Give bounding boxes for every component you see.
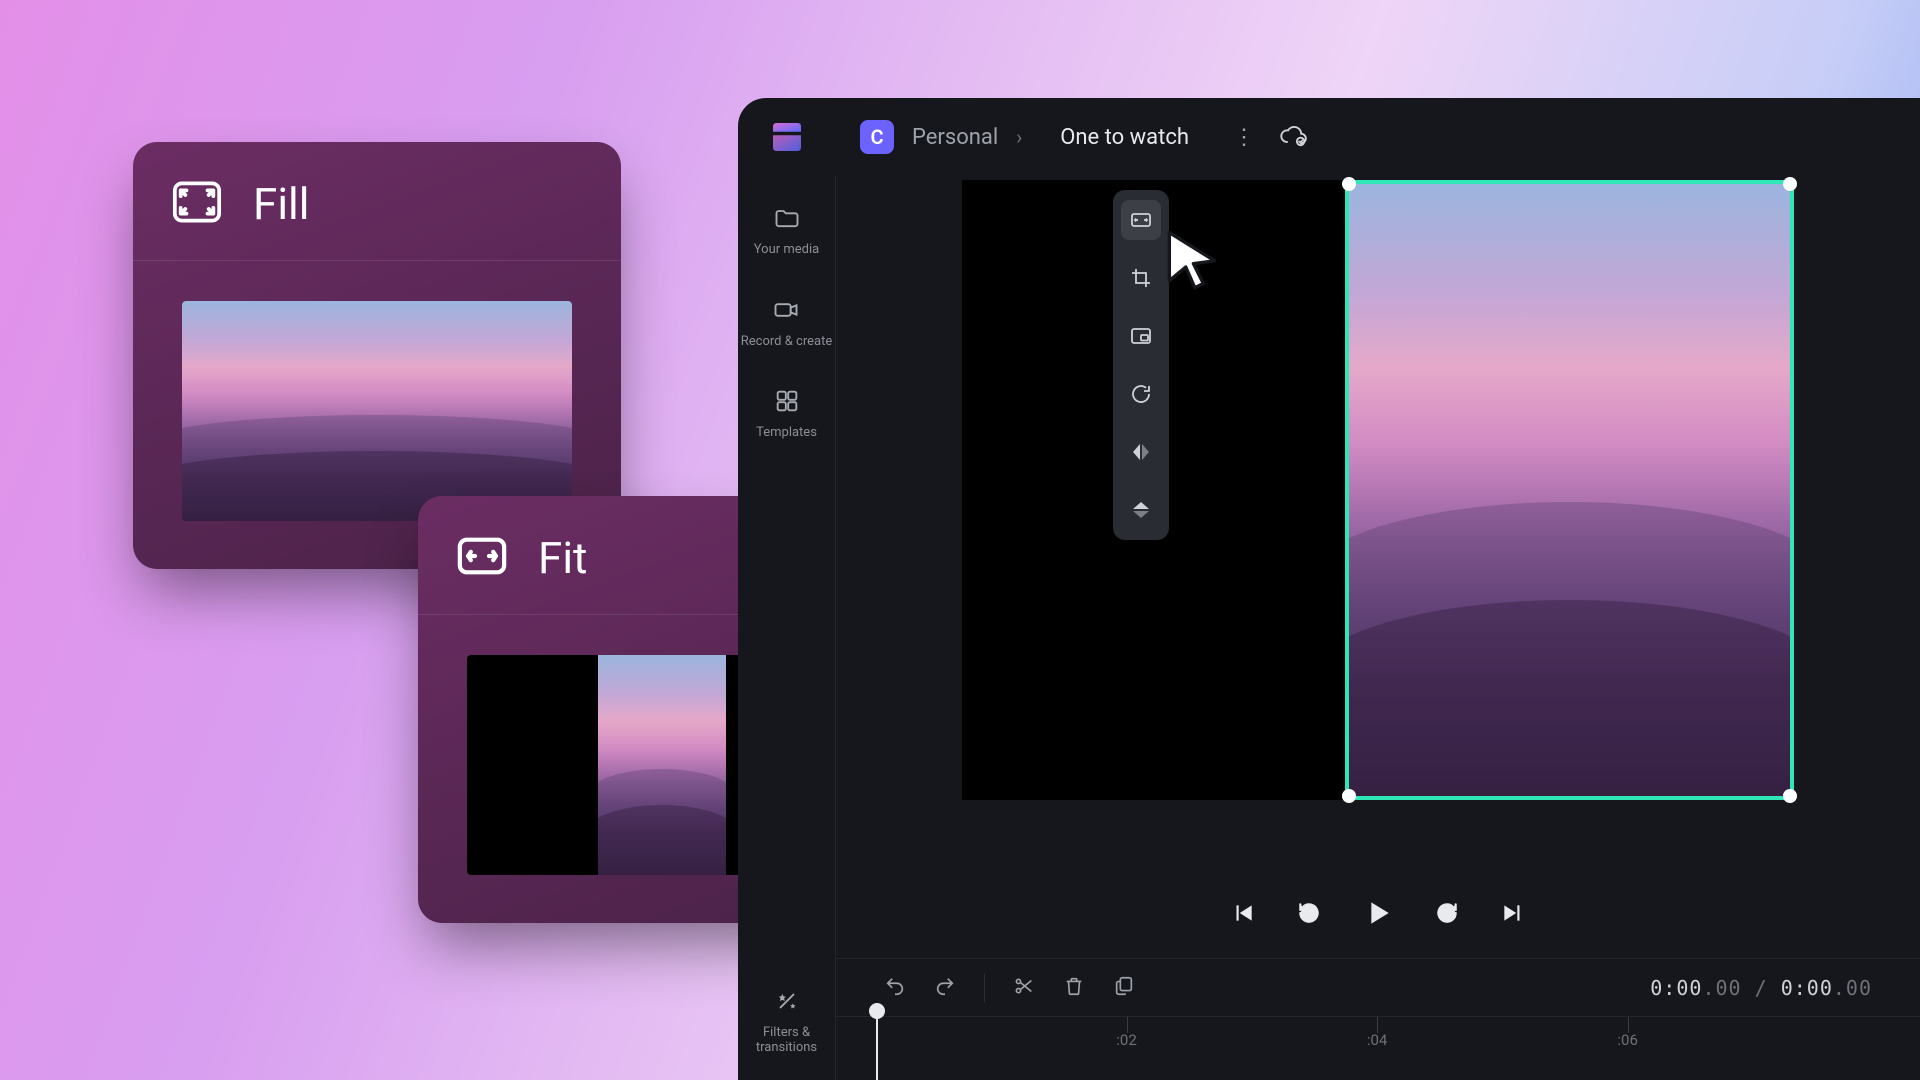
fill-preview (182, 301, 572, 521)
pip-tool-button[interactable] (1121, 316, 1161, 356)
tick-label: :04 (1367, 1031, 1388, 1049)
main-area: 0:00.00 / 0:00.00 :02 :04 :06 (836, 176, 1920, 1080)
next-button[interactable] (1500, 900, 1526, 930)
sidebar-item-filters-transitions[interactable]: Filters & transitions (756, 987, 817, 1056)
forward-button[interactable] (1434, 900, 1460, 930)
resize-handle-br[interactable] (1783, 789, 1797, 803)
sidebar-item-label: Record & create (741, 334, 832, 350)
tick-label: :06 (1617, 1031, 1638, 1049)
delete-button[interactable] (1063, 975, 1085, 1001)
fill-icon (169, 174, 225, 234)
resize-handle-tl[interactable] (1342, 177, 1356, 191)
project-name[interactable]: One to watch (1040, 117, 1209, 158)
playback-controls (836, 872, 1920, 958)
resize-handle-tr[interactable] (1783, 177, 1797, 191)
resize-handle-bl[interactable] (1342, 789, 1356, 803)
split-button[interactable] (1013, 975, 1035, 1001)
play-button[interactable] (1362, 897, 1394, 933)
duplicate-button[interactable] (1113, 975, 1135, 1001)
rotate-tool-button[interactable] (1121, 374, 1161, 414)
fill-label: Fill (253, 178, 309, 230)
sidebar: Your media Record & create Templates Fil… (738, 176, 836, 1080)
sidebar-item-record-create[interactable]: Record & create (741, 296, 832, 350)
fit-label: Fit (538, 532, 587, 584)
redo-button[interactable] (934, 975, 956, 1001)
topbar: C Personal › One to watch ⋮ (836, 98, 1920, 176)
cursor-icon (1158, 224, 1226, 292)
flip-vertical-button[interactable] (1121, 490, 1161, 530)
timecode-display: 0:00.00 / 0:00.00 (1650, 976, 1872, 1000)
sidebar-item-templates[interactable]: Templates (756, 387, 817, 441)
sidebar-item-label: Your media (754, 242, 819, 258)
sidebar-item-label: Templates (756, 425, 817, 441)
previous-button[interactable] (1230, 900, 1256, 930)
rewind-button[interactable] (1296, 900, 1322, 930)
flip-horizontal-button[interactable] (1121, 432, 1161, 472)
edit-toolbar: 0:00.00 / 0:00.00 (836, 958, 1920, 1016)
workspace-badge[interactable]: C (860, 120, 894, 154)
fit-tool-button[interactable] (1121, 200, 1161, 240)
sidebar-item-label: Filters & transitions (756, 1025, 817, 1056)
tick-label: :02 (1116, 1031, 1137, 1049)
undo-button[interactable] (884, 975, 906, 1001)
fit-icon (454, 528, 510, 588)
kebab-menu-icon[interactable]: ⋮ (1227, 125, 1261, 150)
app-logo[interactable] (738, 98, 836, 176)
editor-window: C Personal › One to watch ⋮ Your media R… (738, 98, 1920, 1080)
sidebar-item-your-media[interactable]: Your media (754, 204, 819, 258)
timeline[interactable]: :02 :04 :06 (836, 1016, 1920, 1080)
workspace-name[interactable]: Personal (912, 125, 998, 150)
cloud-sync-icon[interactable] (1279, 121, 1307, 153)
selected-clip[interactable] (1345, 180, 1794, 800)
preview-canvas[interactable] (962, 180, 1794, 800)
crop-tool-button[interactable] (1121, 258, 1161, 298)
chevron-right-icon: › (1016, 125, 1022, 149)
